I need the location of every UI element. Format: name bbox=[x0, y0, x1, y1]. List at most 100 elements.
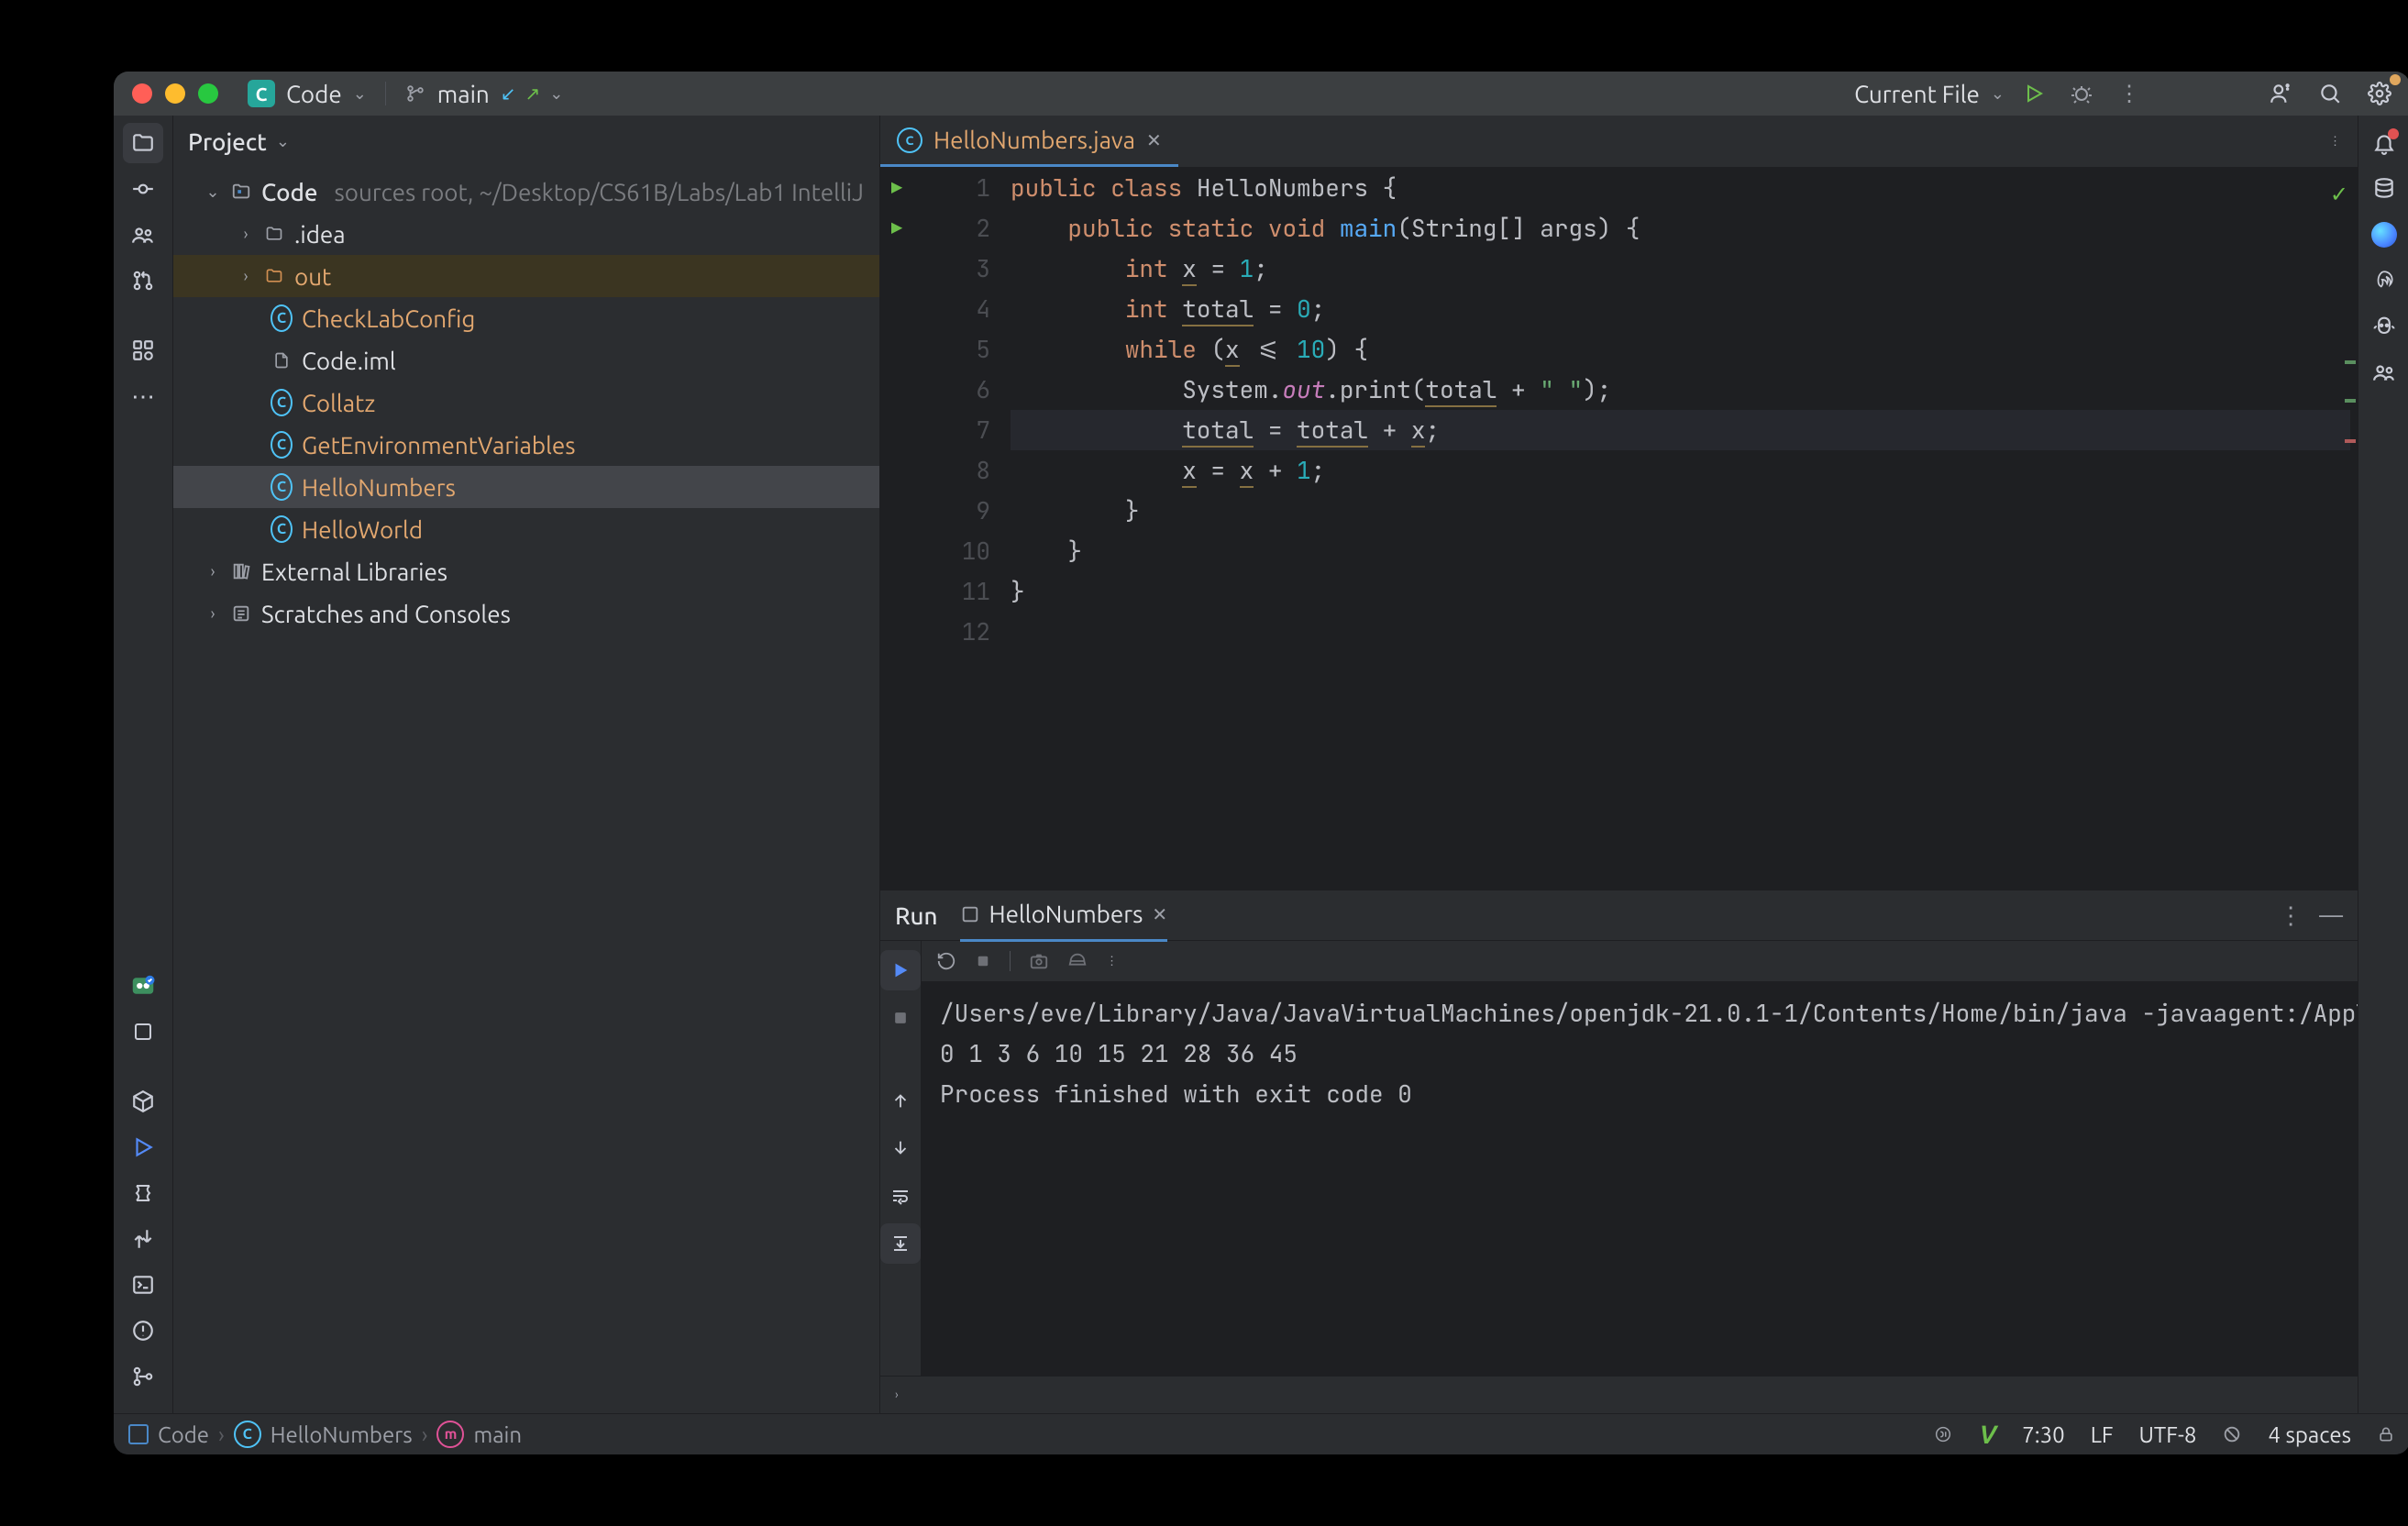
editor-tab-label: HelloNumbers.java bbox=[933, 127, 1135, 153]
lock-icon[interactable] bbox=[2377, 1425, 2395, 1443]
method-breadcrumb-icon: m bbox=[436, 1421, 464, 1448]
vcs-update-icon[interactable]: ↙ bbox=[501, 83, 514, 105]
project-tool-icon[interactable] bbox=[123, 123, 163, 163]
debug-button[interactable] bbox=[2063, 77, 2100, 110]
run-left-toolbar bbox=[880, 941, 922, 1376]
file-encoding[interactable]: UTF-8 bbox=[2139, 1422, 2197, 1447]
project-name[interactable]: Code bbox=[286, 81, 342, 107]
services-tool-icon[interactable] bbox=[123, 1219, 163, 1259]
indent-status[interactable]: 4 spaces bbox=[2268, 1422, 2351, 1447]
ai-assistant-icon[interactable] bbox=[2366, 216, 2402, 253]
tree-item-hellonumbers[interactable]: C HelloNumbers bbox=[173, 466, 879, 508]
tree-item-codeiml[interactable]: Code.iml bbox=[173, 339, 879, 382]
editor-tab-hellonumbers[interactable]: C HelloNumbers.java ✕ bbox=[880, 116, 1178, 167]
git-tool-icon[interactable] bbox=[123, 1356, 163, 1397]
zoom-window-button[interactable] bbox=[198, 83, 218, 104]
commit-tool-icon[interactable] bbox=[123, 169, 163, 209]
more-tool-icon[interactable]: ⋯ bbox=[123, 376, 163, 416]
people-tool-icon[interactable] bbox=[123, 215, 163, 255]
run-line-gutter-icon[interactable]: ▶ bbox=[880, 208, 913, 249]
close-run-tab-icon[interactable]: ✕ bbox=[1152, 903, 1167, 925]
terminal-tool-icon[interactable] bbox=[123, 1265, 163, 1305]
run-config-selector[interactable]: Current File bbox=[1854, 81, 1980, 107]
tree-item-out[interactable]: › out bbox=[173, 255, 879, 297]
plugin-icon[interactable] bbox=[123, 966, 163, 1006]
code-editor[interactable]: ✓ ▶ ▶ 1 2 3 4 5 6 7 8 9 bbox=[880, 168, 2358, 890]
run-tool-icon[interactable] bbox=[123, 1127, 163, 1167]
tree-item-collatz[interactable]: C Collatz bbox=[173, 382, 879, 424]
error-stripe[interactable] bbox=[2341, 168, 2358, 890]
tree-item-getenv[interactable]: C GetEnvironmentVariables bbox=[173, 424, 879, 466]
run-tab-hellonumbers[interactable]: HelloNumbers ✕ bbox=[960, 890, 1168, 942]
stop-icon[interactable] bbox=[880, 998, 921, 1038]
minimize-window-button[interactable] bbox=[165, 83, 185, 104]
search-icon[interactable] bbox=[2311, 76, 2349, 111]
line-separator[interactable]: LF bbox=[2091, 1422, 2114, 1447]
application-icon bbox=[960, 904, 980, 924]
soft-wrap-icon[interactable] bbox=[880, 1176, 921, 1216]
vim-status-icon[interactable]: V bbox=[1979, 1421, 1996, 1449]
tree-root[interactable]: ⌄ Code sources root, ~/Desktop/CS61B/Lab… bbox=[173, 171, 879, 213]
structure-tool-icon[interactable] bbox=[123, 330, 163, 370]
down-stack-icon[interactable] bbox=[880, 1128, 921, 1168]
tree-item-label: External Libraries bbox=[261, 558, 447, 585]
code-with-me-icon[interactable] bbox=[2261, 76, 2300, 111]
run-config-dropdown-icon[interactable]: ⌄ bbox=[1991, 84, 2005, 104]
tree-scratches[interactable]: › Scratches and Consoles bbox=[173, 592, 879, 635]
bookmark-tool-icon[interactable] bbox=[123, 1012, 163, 1052]
ai-status-icon[interactable] bbox=[1933, 1424, 1953, 1444]
collaborators-icon[interactable] bbox=[2366, 354, 2402, 391]
code-content[interactable]: public class HelloNumbers { public stati… bbox=[1003, 168, 2358, 890]
openai-icon[interactable] bbox=[2366, 262, 2402, 299]
window-controls bbox=[132, 83, 218, 104]
project-tool-header[interactable]: Project ⌄ bbox=[173, 116, 879, 167]
restart-icon[interactable] bbox=[936, 951, 956, 971]
console-more-icon[interactable]: ⋮ bbox=[1106, 955, 1118, 968]
more-actions-icon[interactable]: ⋮ bbox=[2111, 75, 2148, 112]
readonly-icon[interactable] bbox=[2222, 1424, 2242, 1444]
tree-external-libs[interactable]: › External Libraries bbox=[173, 550, 879, 592]
scroll-to-end-icon[interactable] bbox=[880, 1223, 921, 1264]
run-console-toolbar: ⋮ bbox=[922, 941, 2408, 982]
run-button[interactable] bbox=[2016, 77, 2052, 110]
run-more-icon[interactable]: ⋮ bbox=[2279, 901, 2303, 930]
database-icon[interactable] bbox=[2366, 171, 2402, 207]
minimize-run-icon[interactable]: — bbox=[2319, 901, 2343, 930]
run-tool-title: Run bbox=[895, 902, 938, 929]
rerun-icon[interactable] bbox=[880, 950, 921, 990]
settings-icon[interactable] bbox=[2360, 76, 2399, 111]
tree-item-checklabconfig[interactable]: C CheckLabConfig bbox=[173, 297, 879, 339]
run-gutter: ▶ ▶ bbox=[880, 168, 913, 890]
project-chip[interactable]: C bbox=[248, 80, 275, 107]
editor-tab-actions-icon[interactable]: ⋮ bbox=[2313, 116, 2358, 167]
tree-item-helloworld[interactable]: C HelloWorld bbox=[173, 508, 879, 550]
tree-root-hint: sources root, ~/Desktop/CS61B/Labs/Lab1 … bbox=[334, 179, 863, 205]
breadcrumb[interactable]: Code › C HelloNumbers › m main bbox=[128, 1421, 522, 1448]
up-stack-icon[interactable] bbox=[880, 1080, 921, 1121]
screenshot-icon[interactable] bbox=[1029, 951, 1049, 971]
notifications-icon[interactable] bbox=[2366, 125, 2402, 161]
run-console-output[interactable]: /Users/eve/Library/Java/JavaVirtualMachi… bbox=[922, 982, 2408, 1376]
tree-item-label: CheckLabConfig bbox=[302, 305, 475, 332]
run-expand-bar[interactable]: › bbox=[880, 1376, 2358, 1413]
caret-position[interactable]: 7:30 bbox=[2022, 1422, 2065, 1447]
build-tool-icon[interactable] bbox=[123, 1081, 163, 1122]
folder-excluded-icon bbox=[263, 265, 285, 287]
problems-tool-icon[interactable] bbox=[123, 1310, 163, 1351]
vcs-dropdown-icon[interactable]: ⌄ bbox=[549, 84, 563, 104]
close-window-button[interactable] bbox=[132, 83, 152, 104]
project-dropdown-icon[interactable]: ⌄ bbox=[353, 84, 367, 104]
project-sidebar: Project ⌄ ⌄ Code sources root, ~/Desktop… bbox=[173, 116, 880, 1413]
vcs-push-icon[interactable]: ↗ bbox=[525, 83, 539, 105]
close-tab-icon[interactable]: ✕ bbox=[1146, 129, 1162, 151]
project-view-dropdown-icon[interactable]: ⌄ bbox=[276, 132, 290, 151]
memory-icon[interactable] bbox=[1067, 951, 1088, 971]
class-icon: C bbox=[271, 392, 293, 414]
stop-console-icon[interactable] bbox=[975, 953, 991, 969]
tree-item-idea[interactable]: › .idea bbox=[173, 213, 879, 255]
copilot-icon[interactable] bbox=[2366, 308, 2402, 345]
pull-requests-tool-icon[interactable] bbox=[123, 260, 163, 301]
branch-name[interactable]: main bbox=[437, 81, 490, 107]
python-console-icon[interactable] bbox=[123, 1173, 163, 1213]
run-line-gutter-icon[interactable]: ▶ bbox=[880, 168, 913, 208]
